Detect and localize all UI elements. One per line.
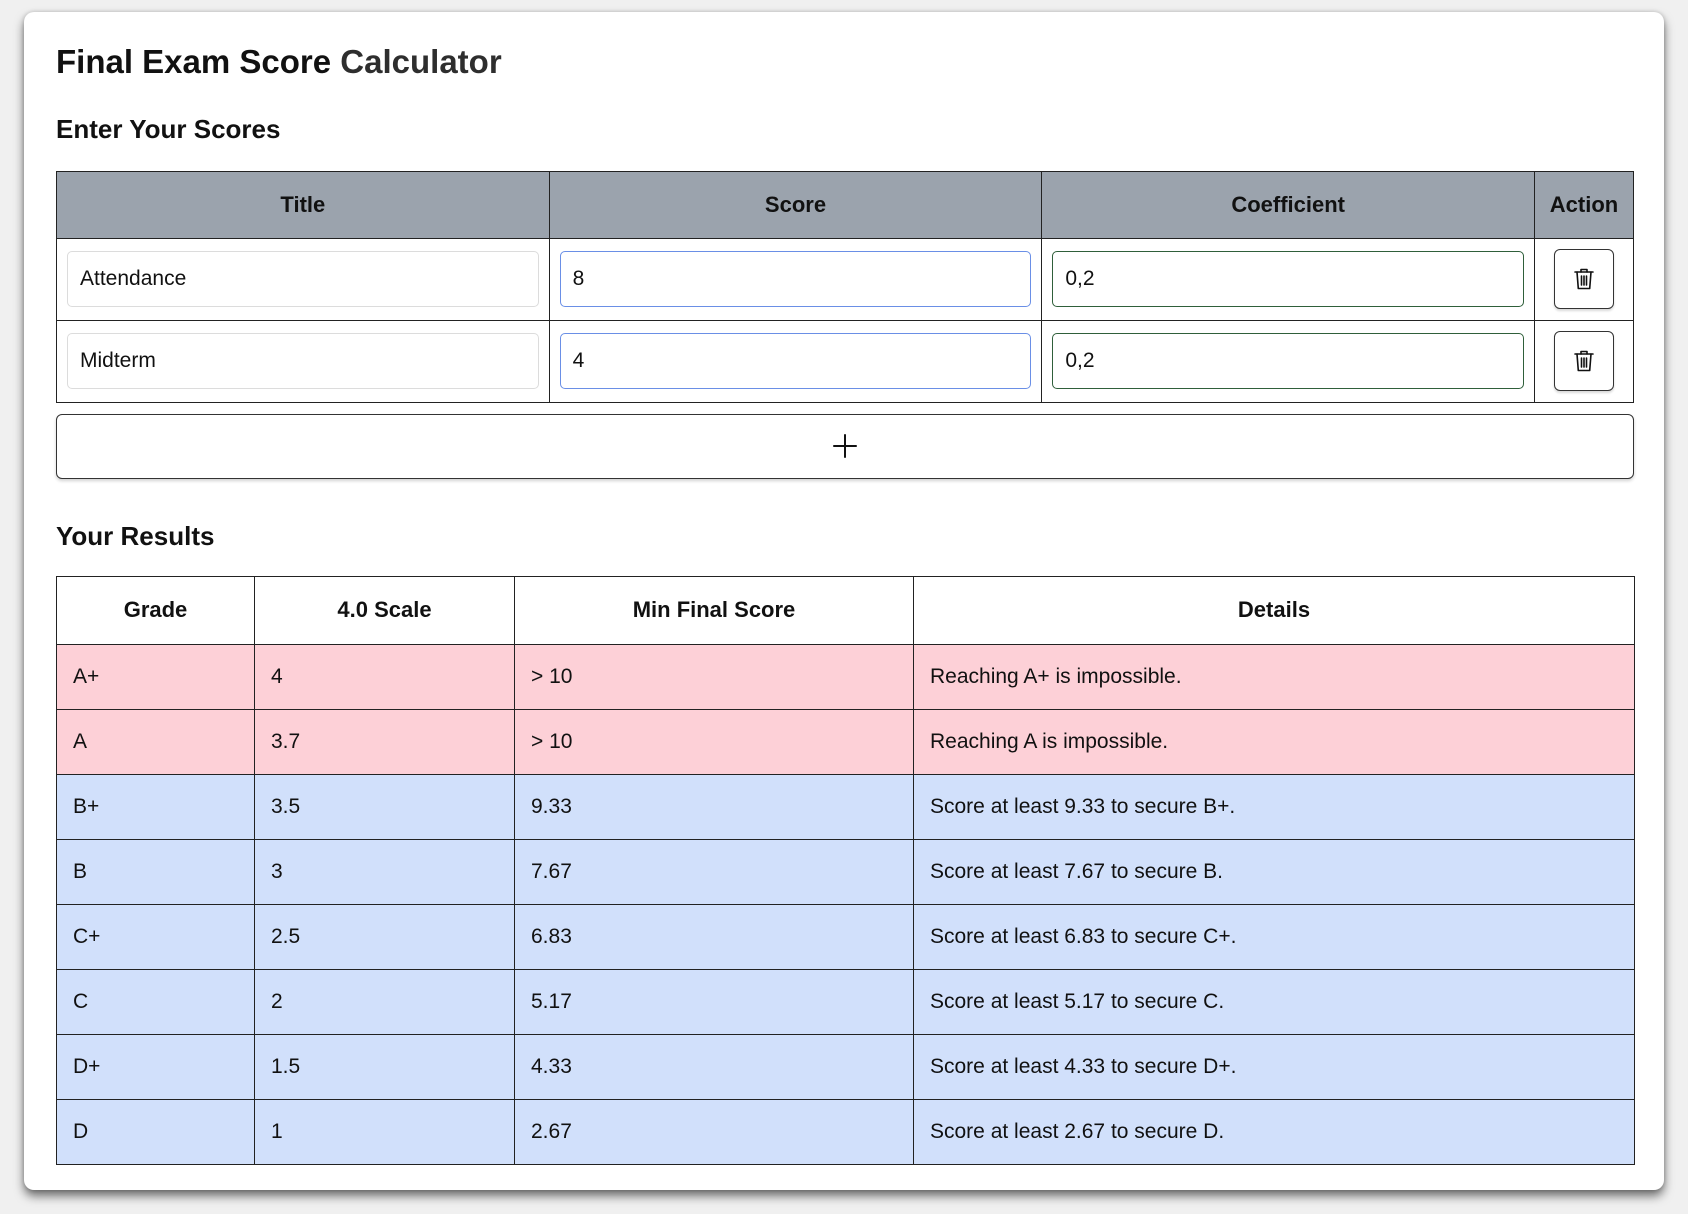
scale-cell: 1.5 (254, 1033, 515, 1100)
calculator-card: Final Exam Score Calculator Enter Your S… (24, 12, 1664, 1190)
add-row-button[interactable] (56, 413, 1634, 479)
details-cell: Score at least 6.83 to secure C+. (913, 903, 1635, 970)
col-scale-header: 4.0 Scale (254, 575, 515, 645)
min-final-cell: 9.33 (514, 773, 914, 840)
page-title: Final Exam Score Calculator (56, 42, 1632, 82)
details-cell: Reaching A is impossible. (913, 708, 1635, 775)
trash-icon (1574, 268, 1594, 290)
coefficient-cell (1041, 319, 1536, 403)
action-cell (1534, 237, 1634, 321)
results-table: Grade 4.0 Scale Min Final Score Details … (56, 575, 1635, 1165)
result-row: A+ 4 > 10 Reaching A+ is impossible. (56, 643, 1635, 710)
col-score-header: Score (548, 170, 1043, 239)
min-final-cell: 5.17 (514, 968, 914, 1035)
scores-header-row: Title Score Coefficient Action (56, 170, 1634, 239)
scale-cell: 2.5 (254, 903, 515, 970)
scores-table: Title Score Coefficient Action (56, 170, 1634, 403)
col-details-header: Details (913, 575, 1635, 645)
details-cell: Score at least 7.67 to secure B. (913, 838, 1635, 905)
grade-cell: A (56, 708, 255, 775)
coefficient-cell (1041, 237, 1536, 321)
scale-cell: 3.7 (254, 708, 515, 775)
min-final-cell: 7.67 (514, 838, 914, 905)
scale-cell: 3.5 (254, 773, 515, 840)
plus-icon (833, 434, 857, 459)
title-cell (56, 237, 550, 321)
scores-heading: Enter Your Scores (56, 113, 281, 144)
title-input[interactable] (67, 251, 539, 308)
title-cell (56, 319, 550, 403)
title-input[interactable] (67, 333, 539, 390)
details-cell: Reaching A+ is impossible. (913, 643, 1635, 710)
details-cell: Score at least 9.33 to secure B+. (913, 773, 1635, 840)
min-final-cell: > 10 (514, 643, 914, 710)
delete-row-button[interactable] (1554, 331, 1614, 392)
score-row (56, 237, 1634, 321)
grade-cell: D+ (56, 1033, 255, 1100)
score-cell (548, 237, 1043, 321)
score-row (56, 319, 1634, 403)
result-row: B+ 3.5 9.33 Score at least 9.33 to secur… (56, 773, 1635, 840)
min-final-cell: > 10 (514, 708, 914, 775)
grade-cell: B+ (56, 773, 255, 840)
scale-cell: 2 (254, 968, 515, 1035)
coefficient-input[interactable] (1052, 333, 1525, 390)
grade-cell: C (56, 968, 255, 1035)
scale-cell: 1 (254, 1098, 515, 1165)
grade-cell: D (56, 1098, 255, 1165)
score-input[interactable] (559, 333, 1032, 390)
col-coefficient-header: Coefficient (1041, 170, 1536, 239)
grade-cell: B (56, 838, 255, 905)
grade-cell: C+ (56, 903, 255, 970)
details-cell: Score at least 2.67 to secure D. (913, 1098, 1635, 1165)
page-title-part-2: Calculator (340, 43, 502, 80)
min-final-cell: 6.83 (514, 903, 914, 970)
result-row: D+ 1.5 4.33 Score at least 4.33 to secur… (56, 1033, 1635, 1100)
details-cell: Score at least 5.17 to secure C. (913, 968, 1635, 1035)
min-final-cell: 4.33 (514, 1033, 914, 1100)
min-final-cell: 2.67 (514, 1098, 914, 1165)
results-heading: Your Results (56, 520, 215, 551)
page-title-part-1: Final Exam Score (56, 43, 332, 80)
result-row: C 2 5.17 Score at least 5.17 to secure C… (56, 968, 1635, 1035)
score-cell (548, 319, 1043, 403)
grade-cell: A+ (56, 643, 255, 710)
details-cell: Score at least 4.33 to secure D+. (913, 1033, 1635, 1100)
result-row: C+ 2.5 6.83 Score at least 6.83 to secur… (56, 903, 1635, 970)
col-min-final-header: Min Final Score (514, 575, 914, 645)
result-row: B 3 7.67 Score at least 7.67 to secure B… (56, 838, 1635, 905)
results-header-row: Grade 4.0 Scale Min Final Score Details (56, 575, 1635, 645)
action-cell (1534, 319, 1634, 403)
col-grade-header: Grade (56, 575, 255, 645)
coefficient-input[interactable] (1052, 251, 1525, 308)
delete-row-button[interactable] (1554, 249, 1614, 310)
scale-cell: 4 (254, 643, 515, 710)
result-row: A 3.7 > 10 Reaching A is impossible. (56, 708, 1635, 775)
scale-cell: 3 (254, 838, 515, 905)
result-row: D 1 2.67 Score at least 2.67 to secure D… (56, 1098, 1635, 1165)
col-action-header: Action (1534, 170, 1634, 239)
trash-icon (1574, 350, 1594, 372)
col-title-header: Title (56, 170, 550, 239)
score-input[interactable] (559, 251, 1032, 308)
